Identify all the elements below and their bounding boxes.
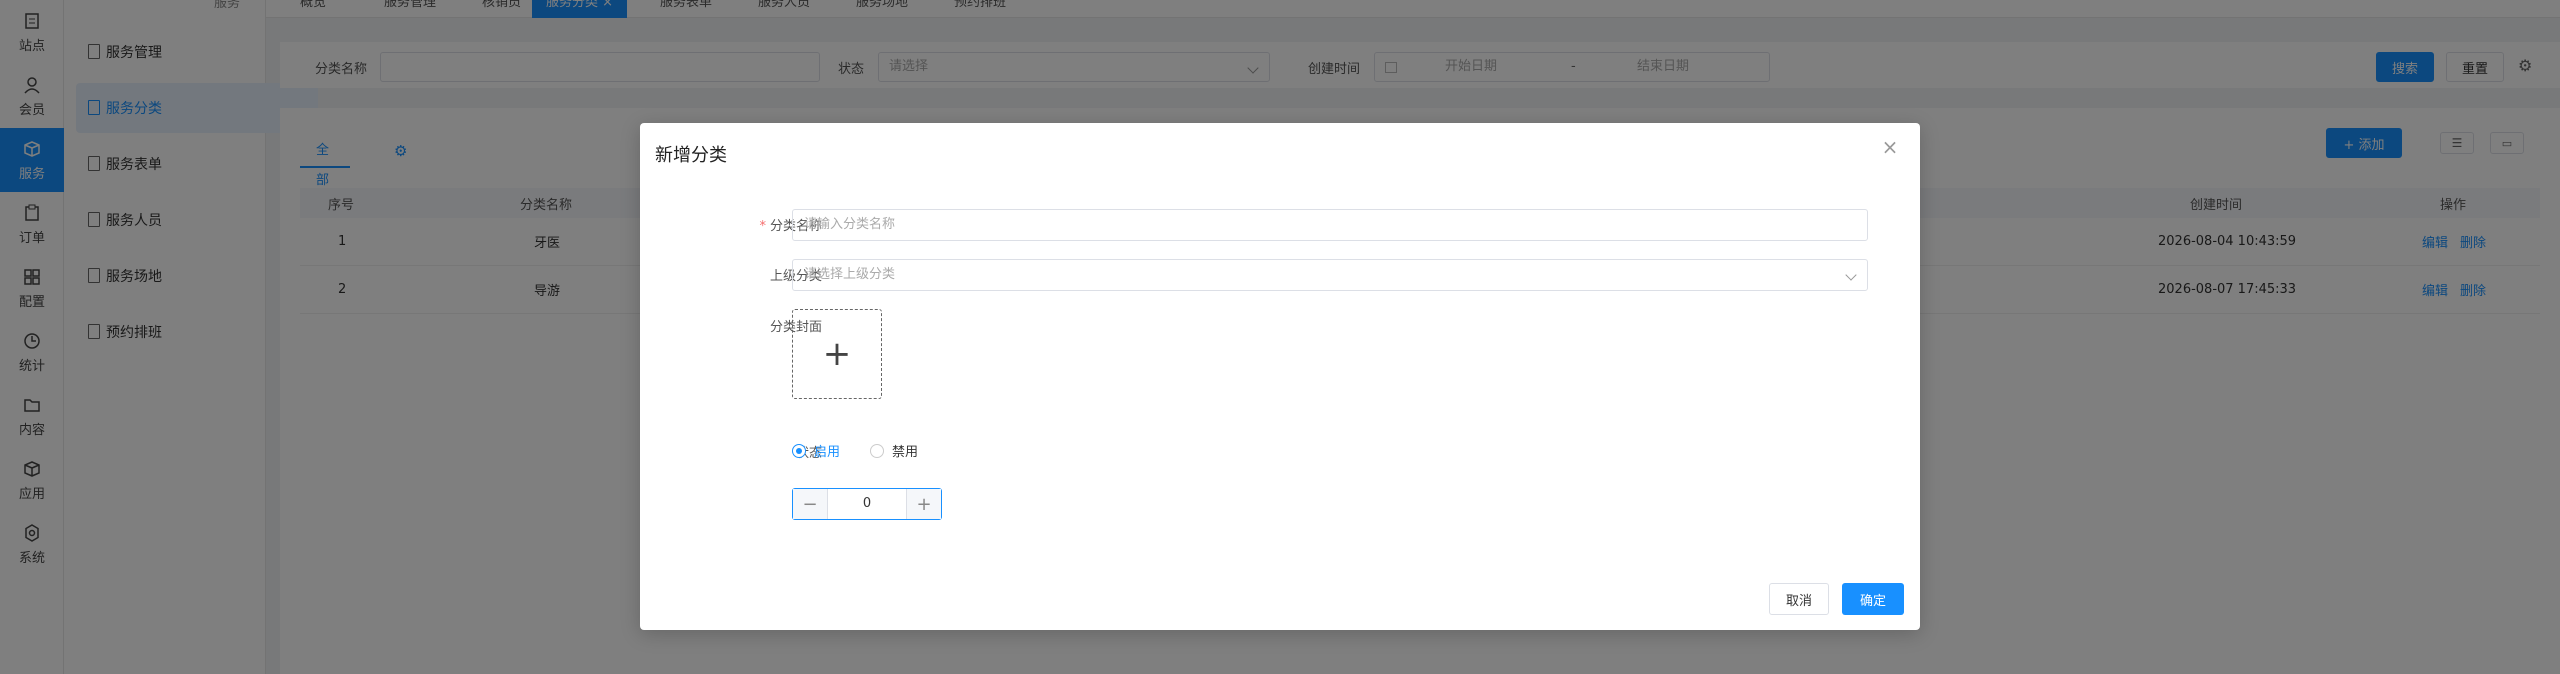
decrease-button[interactable]: − bbox=[793, 489, 827, 519]
radio-label: 禁用 bbox=[892, 445, 919, 460]
radio-label: 启用 bbox=[814, 445, 841, 460]
increase-button[interactable]: + bbox=[907, 489, 941, 519]
status-radio-disabled[interactable]: 禁用 bbox=[870, 441, 918, 460]
chevron-down-icon bbox=[1845, 269, 1857, 281]
dialog-title: 新增分类 bbox=[655, 145, 727, 166]
status-radio-enabled[interactable]: 启用 bbox=[792, 441, 840, 460]
category-name-input[interactable]: 请输入分类名称 bbox=[792, 209, 1868, 241]
required-asterisk: * bbox=[759, 219, 766, 234]
close-icon[interactable]: × bbox=[1880, 137, 1900, 157]
plus-icon: + bbox=[822, 334, 852, 374]
sort-stepper: − 0 + bbox=[792, 488, 942, 520]
sort-value-input[interactable]: 0 bbox=[827, 489, 907, 519]
parent-category-select[interactable]: 请选择上级分类 bbox=[792, 259, 1868, 291]
parent-placeholder: 请选择上级分类 bbox=[804, 267, 896, 282]
radio-checked-icon bbox=[792, 443, 806, 458]
cancel-button[interactable]: 取消 bbox=[1769, 583, 1829, 615]
cover-upload[interactable]: + bbox=[792, 309, 882, 399]
add-category-dialog: 新增分类 × * 分类名称 请输入分类名称 上级分类 请选择上级分类 分类封面 +… bbox=[640, 123, 1920, 630]
radio-unchecked-icon bbox=[870, 443, 884, 458]
confirm-button[interactable]: 确定 bbox=[1842, 583, 1904, 615]
